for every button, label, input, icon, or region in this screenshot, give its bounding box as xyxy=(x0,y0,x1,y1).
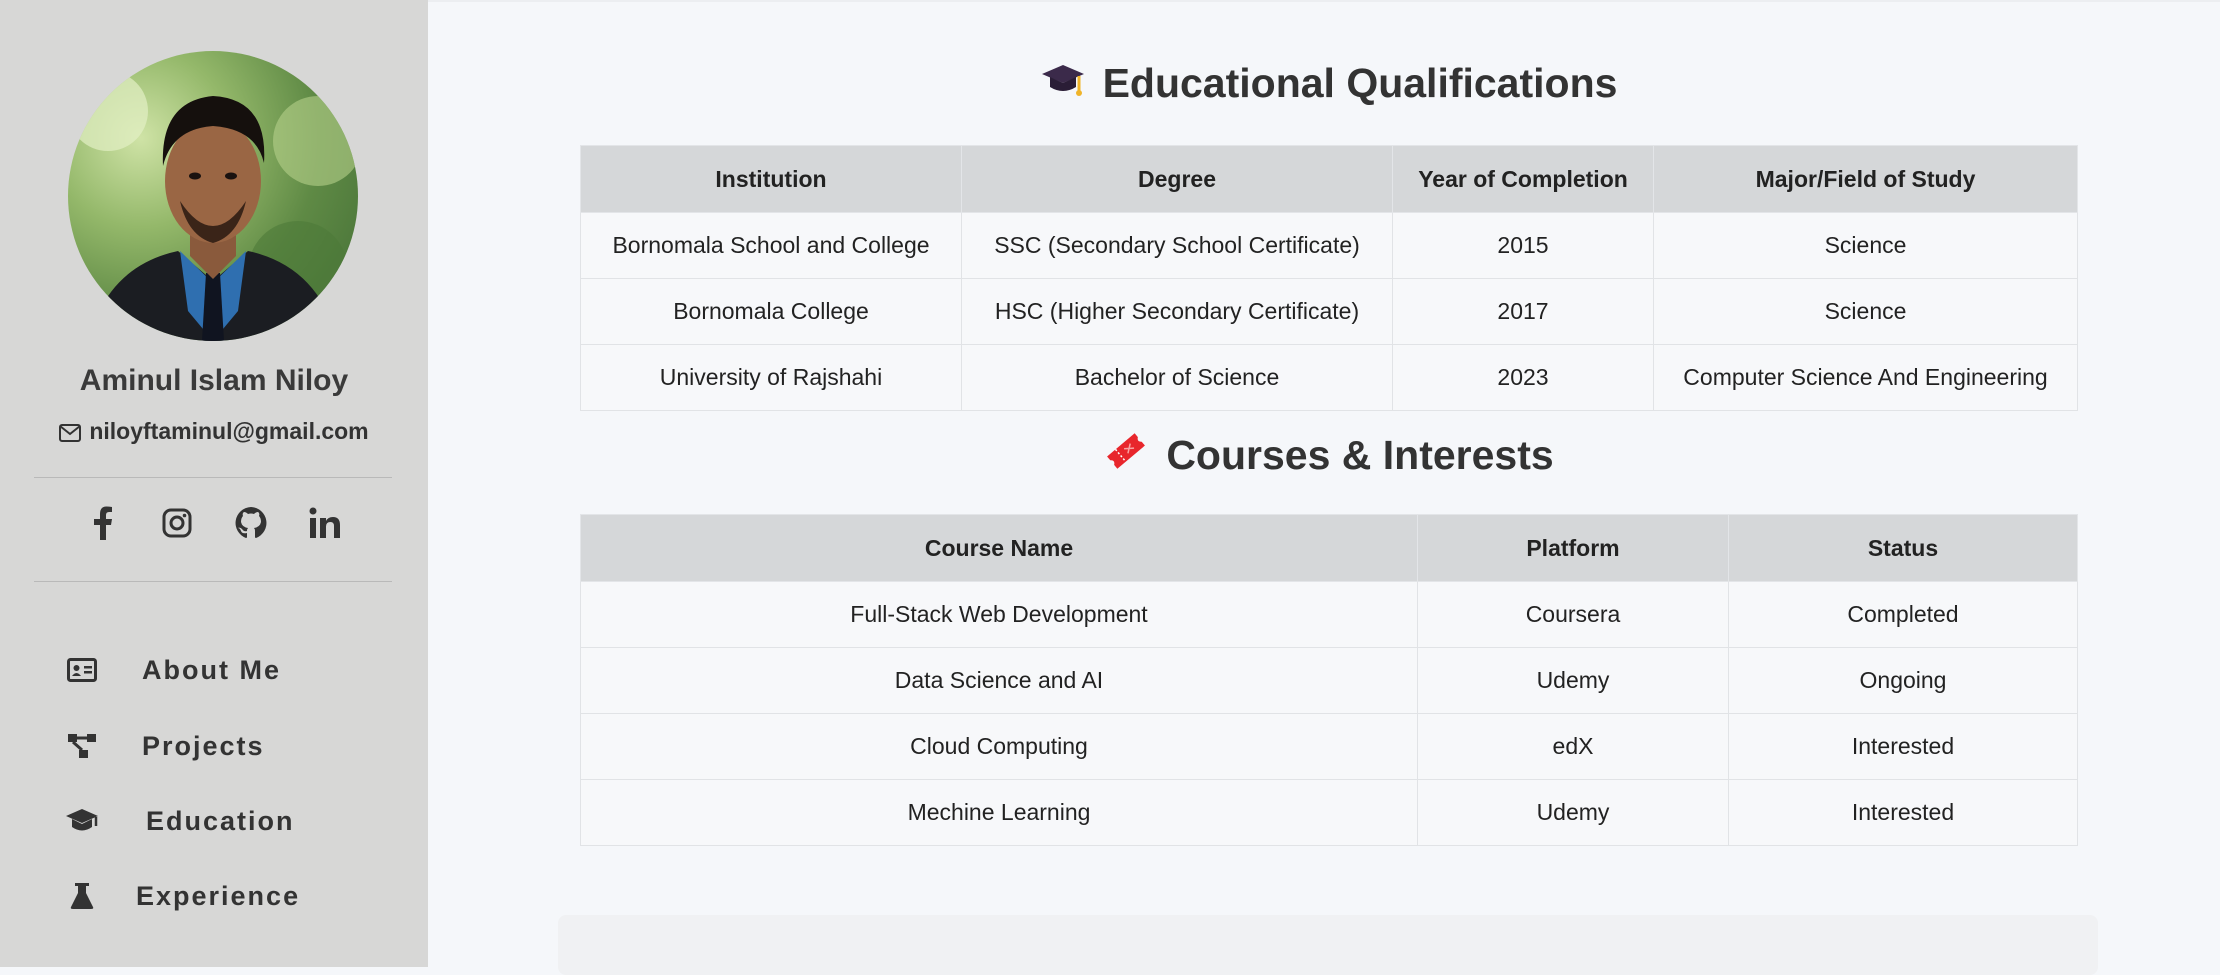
linkedin-icon[interactable] xyxy=(306,504,344,542)
instagram-icon[interactable] xyxy=(158,504,196,542)
table-cell: University of Rajshahi xyxy=(580,344,962,411)
table-cell: Interested xyxy=(1728,779,2078,846)
table-cell: edX xyxy=(1417,713,1729,780)
table-header-row: Course Name Platform Status xyxy=(580,514,2078,582)
table-cell: Ongoing xyxy=(1728,647,2078,714)
table-cell: Bornomala College xyxy=(580,278,962,345)
table-cell: 2023 xyxy=(1392,344,1654,411)
column-header: Degree xyxy=(961,145,1393,213)
table-row: Cloud Computing edX Interested xyxy=(580,713,2078,780)
id-card-icon xyxy=(64,655,100,685)
table-row: Data Science and AI Udemy Ongoing xyxy=(580,647,2078,714)
table-row: Mechine Learning Udemy Interested xyxy=(580,779,2078,846)
education-table: Institution Degree Year of Completion Ma… xyxy=(580,145,2078,411)
top-border xyxy=(428,0,2220,2)
table-cell: HSC (Higher Secondary Certificate) xyxy=(961,278,1393,345)
table-cell: Bornomala School and College xyxy=(580,212,962,279)
sidebar-item-education[interactable]: Education xyxy=(64,796,295,846)
table-cell: Mechine Learning xyxy=(580,779,1418,846)
column-header: Major/Field of Study xyxy=(1653,145,2078,213)
graduation-cap-icon xyxy=(64,806,100,836)
table-row: Bornomala School and College SSC (Second… xyxy=(580,212,2078,279)
sidebar-item-about-me[interactable]: About Me xyxy=(64,645,281,695)
sidebar-item-projects[interactable]: Projects xyxy=(64,721,265,771)
facebook-icon[interactable] xyxy=(84,504,122,542)
sidebar-divider xyxy=(34,477,392,478)
table-cell: Computer Science And Engineering xyxy=(1653,344,2078,411)
table-cell: Udemy xyxy=(1417,779,1729,846)
table-cell: Udemy xyxy=(1417,647,1729,714)
table-cell: SSC (Secondary School Certificate) xyxy=(961,212,1393,279)
table-cell: Science xyxy=(1653,212,2078,279)
courses-section-title: Courses & Interests xyxy=(580,429,2078,483)
sidebar-divider xyxy=(34,581,392,582)
section-title-text: Courses & Interests xyxy=(1166,432,1554,478)
sidebar-item-label: Education xyxy=(146,805,295,836)
sidebar: Aminul Islam Niloy niloyftaminul@gmail.c… xyxy=(0,0,428,967)
sidebar-item-label: Experience xyxy=(136,880,301,911)
table-header-row: Institution Degree Year of Completion Ma… xyxy=(580,145,2078,213)
next-section-card xyxy=(558,915,2098,975)
table-row: University of Rajshahi Bachelor of Scien… xyxy=(580,344,2078,411)
table-row: Full-Stack Web Development Coursera Comp… xyxy=(580,581,2078,648)
envelope-icon xyxy=(59,421,82,448)
social-links xyxy=(0,504,428,542)
sidebar-item-label: Projects xyxy=(142,730,265,761)
column-header: Course Name xyxy=(580,514,1418,582)
education-section-title: Educational Qualifications xyxy=(580,60,2078,111)
sidebar-item-experience[interactable]: Experience xyxy=(64,871,300,921)
ticket-icon xyxy=(1104,429,1148,483)
table-cell: 2015 xyxy=(1392,212,1654,279)
graduation-cap-icon xyxy=(1041,61,1085,111)
table-row: Bornomala College HSC (Higher Secondary … xyxy=(580,278,2078,345)
avatar xyxy=(68,51,358,341)
email-text[interactable]: niloyftaminul@gmail.com xyxy=(89,418,368,444)
project-diagram-icon xyxy=(64,731,100,761)
table-cell: Coursera xyxy=(1417,581,1729,648)
sidebar-item-label: About Me xyxy=(142,654,281,685)
flask-icon xyxy=(64,881,100,911)
table-cell: Cloud Computing xyxy=(580,713,1418,780)
column-header: Platform xyxy=(1417,514,1729,582)
table-cell: 2017 xyxy=(1392,278,1654,345)
column-header: Institution xyxy=(580,145,962,213)
github-icon[interactable] xyxy=(232,504,270,542)
table-cell: Full-Stack Web Development xyxy=(580,581,1418,648)
column-header: Status xyxy=(1728,514,2078,582)
profile-name: Aminul Islam Niloy xyxy=(79,364,349,397)
courses-table: Course Name Platform Status Full-Stack W… xyxy=(580,514,2078,846)
table-cell: Science xyxy=(1653,278,2078,345)
table-cell: Data Science and AI xyxy=(580,647,1418,714)
column-header: Year of Completion xyxy=(1392,145,1654,213)
table-cell: Bachelor of Science xyxy=(961,344,1393,411)
section-title-text: Educational Qualifications xyxy=(1102,60,1618,106)
table-cell: Completed xyxy=(1728,581,2078,648)
table-cell: Interested xyxy=(1728,713,2078,780)
profile-email: niloyftaminul@gmail.com xyxy=(0,418,428,448)
